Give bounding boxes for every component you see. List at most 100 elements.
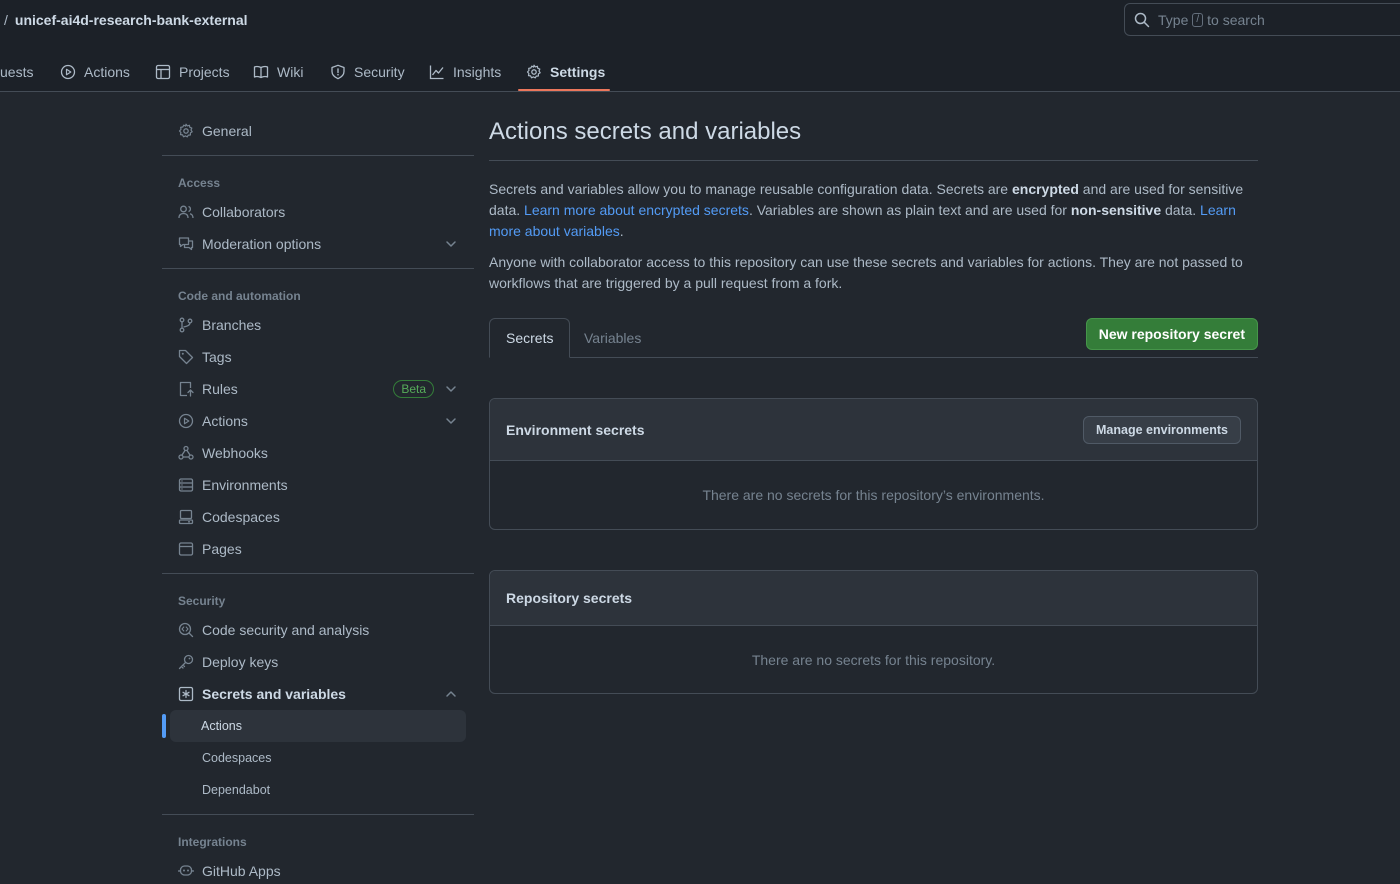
repository-secrets-header: Repository secrets <box>490 571 1257 626</box>
new-repository-secret-button[interactable]: New repository secret <box>1085 318 1258 350</box>
manage-environments-button[interactable]: Manage environments <box>1083 415 1241 444</box>
tag-icon <box>178 349 194 365</box>
settings-sidebar: General Access Collaborators Moderation … <box>162 115 474 884</box>
sidebar-item-general[interactable]: General <box>162 115 474 147</box>
search-placeholder-suffix: to search <box>1207 11 1265 28</box>
environment-secrets-header: Environment secrets Manage environments <box>490 399 1257 461</box>
sidebar-item-label: Tags <box>202 349 232 365</box>
tab-variables[interactable]: Variables <box>568 318 657 358</box>
description-bold-non-sensitive: non-sensitive <box>1070 202 1162 218</box>
tab-actions[interactable]: Actions <box>60 52 130 92</box>
codespaces-icon <box>178 509 194 525</box>
description-text: data. <box>1161 202 1201 218</box>
sidebar-item-environments[interactable]: Environments <box>162 469 474 501</box>
sidebar-item-secrets-and-variables[interactable]: Secrets and variables <box>162 678 474 710</box>
sidebar-item-actions[interactable]: Actions <box>162 405 474 437</box>
active-indicator <box>162 714 166 738</box>
search-input[interactable]: Type / to search <box>1124 3 1400 36</box>
sidebar-item-label: Environments <box>202 477 288 493</box>
sidebar-divider <box>162 573 474 574</box>
sidebar-item-moderation-options[interactable]: Moderation options <box>162 228 474 260</box>
sidebar-item-collaborators[interactable]: Collaborators <box>162 196 474 228</box>
sidebar-subitem-label: Codespaces <box>202 751 272 765</box>
sidebar-item-label: Code security and analysis <box>202 622 370 638</box>
tab-label: Insights <box>453 64 502 80</box>
sidebar-item-label: Moderation options <box>202 236 322 252</box>
table-icon <box>155 64 171 80</box>
environment-secrets-box: Environment secrets Manage environments … <box>489 398 1258 530</box>
tab-pull-requests[interactable]: uests <box>0 52 33 92</box>
description-text: Secrets and variables allow you to manag… <box>489 181 1012 197</box>
tab-settings[interactable]: Settings <box>526 52 605 92</box>
top-bar: / unicef-ai4d-research-bank-external Typ… <box>0 0 1400 92</box>
sidebar-item-codespaces[interactable]: Codespaces <box>162 501 474 533</box>
repository-secrets-empty: There are no secrets for this repository… <box>751 651 996 668</box>
chevron-up-icon <box>446 691 456 697</box>
chevron-down-icon <box>446 241 456 247</box>
tab-label: Security <box>354 64 405 80</box>
sidebar-item-tags[interactable]: Tags <box>162 341 474 373</box>
page-title: Actions secrets and variables <box>489 118 1258 161</box>
tab-label: Wiki <box>277 64 304 80</box>
comment-discussion-icon <box>178 237 194 251</box>
tab-wiki[interactable]: Wiki <box>253 52 303 92</box>
webhook-icon <box>178 445 194 460</box>
sidebar-heading-integrations: Integrations <box>178 835 247 849</box>
key-asterisk-icon <box>178 686 194 702</box>
description-bold-encrypted: encrypted <box>1011 181 1079 197</box>
browser-icon <box>178 542 194 556</box>
sidebar-divider <box>162 814 474 815</box>
breadcrumb: / unicef-ai4d-research-bank-external <box>4 12 248 28</box>
sidebar-item-label: General <box>202 123 252 139</box>
sidebar-item-label: Pages <box>202 541 242 557</box>
description: Secrets and variables allow you to manag… <box>489 179 1258 242</box>
search-placeholder-prefix: Type <box>1158 11 1189 28</box>
repo-name-link[interactable]: unicef-ai4d-research-bank-external <box>15 12 248 28</box>
git-branch-icon <box>179 317 193 333</box>
sidebar-item-rules[interactable]: Rules Beta <box>162 373 474 405</box>
graph-icon <box>429 65 444 80</box>
beta-badge: Beta <box>393 380 434 398</box>
sidebar-subitem-actions[interactable]: Actions <box>162 710 466 742</box>
repo-push-icon <box>179 381 194 397</box>
sidebar-subitem-label: Actions <box>201 719 242 733</box>
description-text: . <box>619 223 624 239</box>
people-icon <box>178 205 194 219</box>
tab-label: Actions <box>84 64 130 80</box>
sidebar-item-github-apps[interactable]: GitHub Apps <box>162 855 474 884</box>
shield-icon <box>331 64 345 80</box>
learn-more-secrets-link[interactable]: Learn more about encrypted secrets <box>524 202 749 218</box>
tab-security[interactable]: Security <box>330 52 405 92</box>
environment-secrets-title: Environment secrets <box>506 421 645 438</box>
sidebar-divider <box>162 268 474 269</box>
sidebar-item-label: Rules <box>202 381 238 397</box>
chevron-down-icon <box>446 418 456 424</box>
tab-label: Settings <box>550 64 606 80</box>
environment-secrets-empty: There are no secrets for this repository… <box>702 487 1045 503</box>
tab-secrets[interactable]: Secrets <box>489 318 571 358</box>
sidebar-heading-code-automation: Code and automation <box>178 289 301 303</box>
server-icon <box>178 478 194 492</box>
sidebar-item-deploy-keys[interactable]: Deploy keys <box>162 646 474 678</box>
apps-icon <box>178 865 194 876</box>
play-icon <box>60 64 76 80</box>
sidebar-item-pages[interactable]: Pages <box>162 533 474 565</box>
book-icon <box>253 65 269 79</box>
sidebar-item-webhooks[interactable]: Webhooks <box>162 437 474 469</box>
sidebar-item-label: Branches <box>202 317 262 333</box>
codescan-icon <box>178 622 194 638</box>
sidebar-item-label: Actions <box>202 413 248 429</box>
sidebar-subitem-label: Dependabot <box>202 783 271 797</box>
sidebar-item-code-security[interactable]: Code security and analysis <box>162 614 474 646</box>
tab-insights[interactable]: Insights <box>429 52 501 92</box>
sidebar-divider <box>162 155 474 156</box>
sidebar-subitem-dependabot[interactable]: Dependabot <box>162 774 474 806</box>
description-text: . Variables are shown as plain text and … <box>748 202 1071 218</box>
repository-secrets-title: Repository secrets <box>506 590 633 606</box>
play-icon <box>178 413 194 429</box>
main-content: Actions secrets and variables Secrets an… <box>489 118 1258 694</box>
tab-projects[interactable]: Projects <box>155 52 230 92</box>
sidebar-subitem-codespaces[interactable]: Codespaces <box>162 742 474 774</box>
selected-tab-underline <box>518 89 610 91</box>
sidebar-item-branches[interactable]: Branches <box>162 309 474 341</box>
